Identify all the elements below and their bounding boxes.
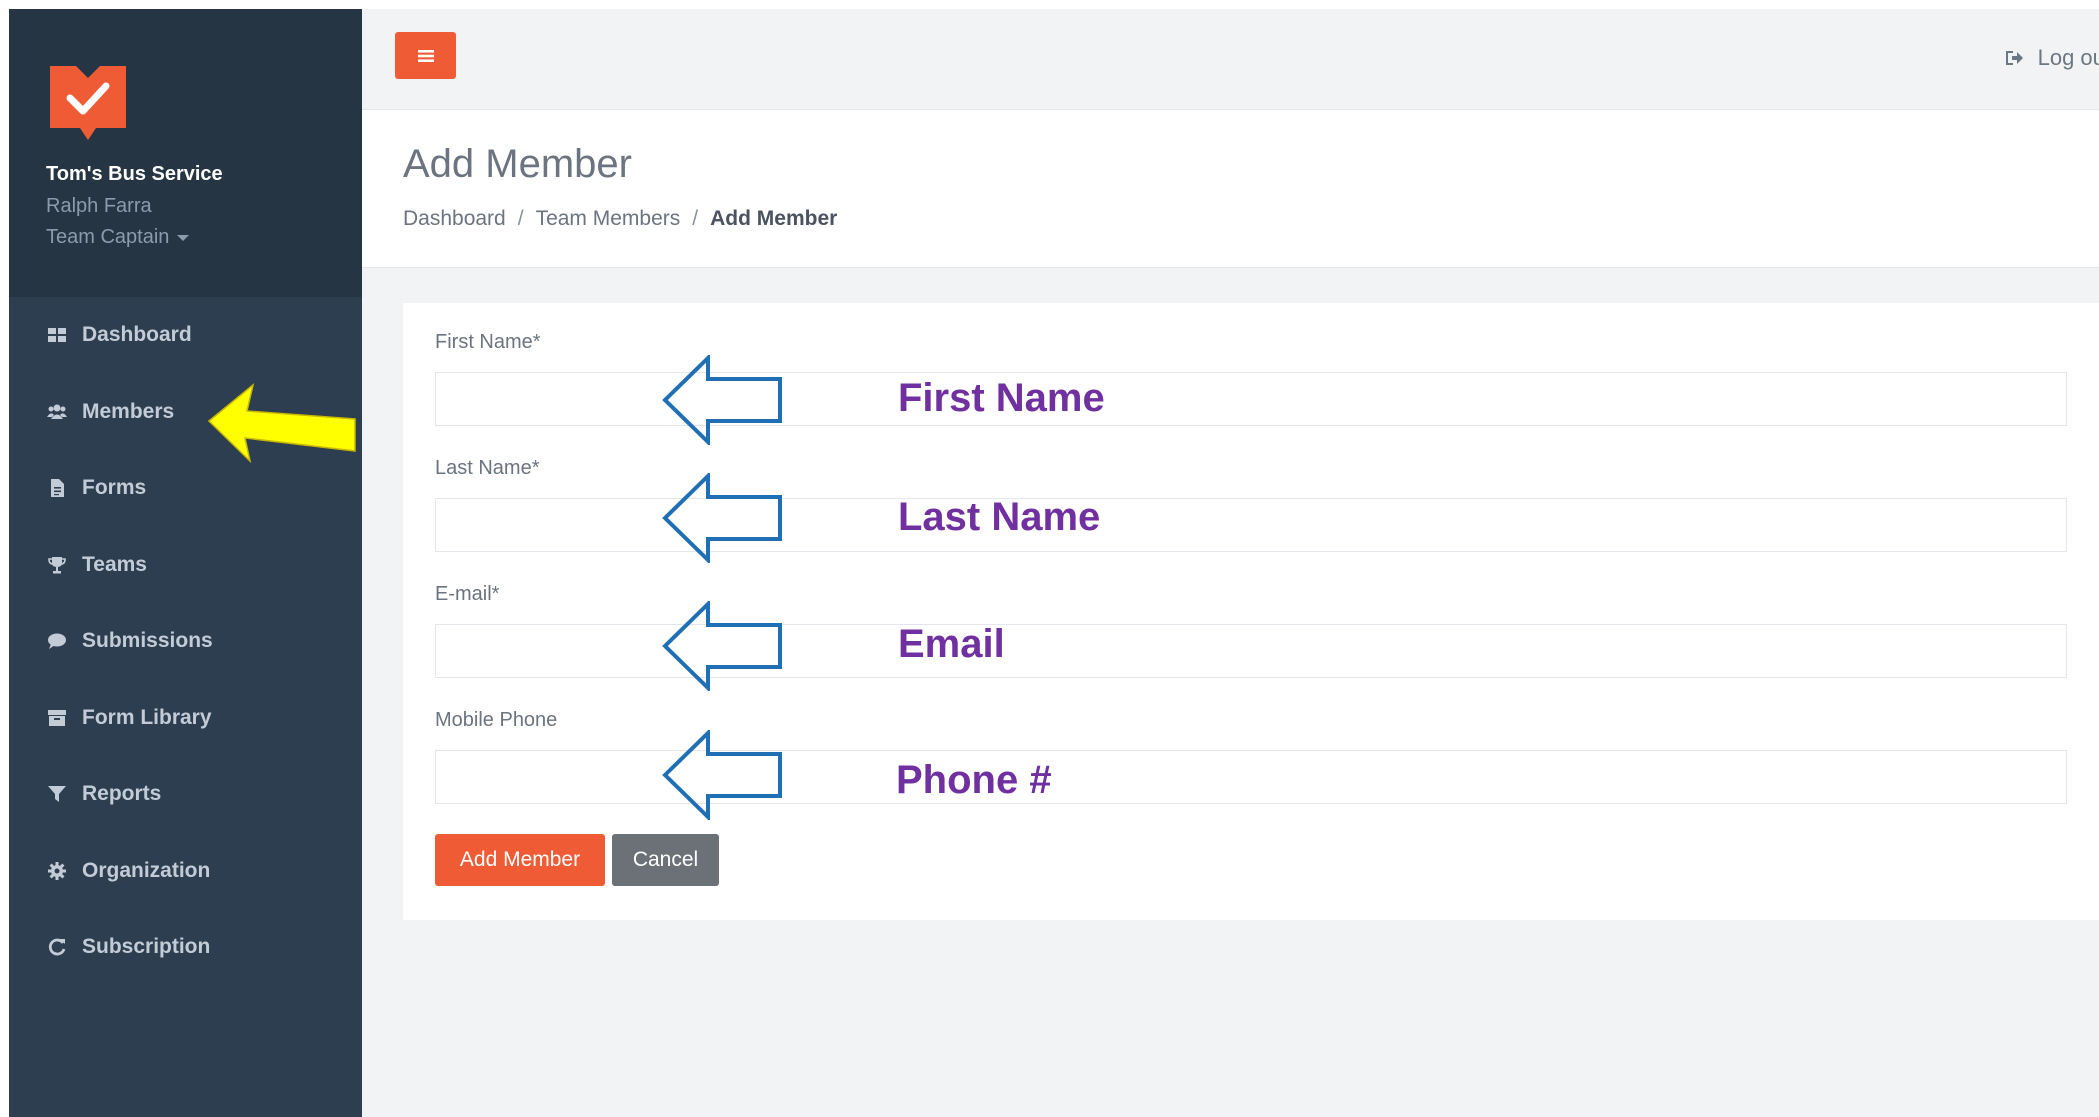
sidebar-item-label: Submissions [82,629,213,653]
logout-label: Log out [2037,45,2099,70]
sidebar: Tom's Bus Service Ralph Farra Team Capta… [9,9,362,1117]
sidebar-item-subscription[interactable]: Subscription [9,909,362,986]
annotation-arrow-last-name [662,473,782,563]
breadcrumb-separator: / [517,207,524,230]
users-icon [46,401,68,423]
sidebar-item-submissions[interactable]: Submissions [9,603,362,680]
add-member-form: First Name* Last Name* E-mail* Mobile Ph… [403,303,2099,920]
sidebar-item-label: Form Library [82,705,212,729]
top-bar: Log out [362,9,2099,110]
sidebar-item-label: Members [82,399,175,423]
app-logo [50,66,126,140]
breadcrumb-dashboard[interactable]: Dashboard [403,207,506,230]
sidebar-item-label: Forms [82,476,147,500]
profile-panel: Tom's Bus Service Ralph Farra Team Capta… [9,9,362,297]
org-name: Tom's Bus Service [46,163,223,185]
file-icon [46,477,68,499]
sidebar-item-label: Dashboard [82,323,192,347]
annotation-arrow-email [662,601,782,691]
hamburger-icon [417,49,434,62]
caret-down-icon [177,234,190,241]
menu-toggle-button[interactable] [395,32,456,79]
breadcrumb-separator: / [692,207,699,230]
page-header: Add Member Dashboard / Team Members / Add Me… [362,110,2099,268]
breadcrumb-team-members[interactable]: Team Members [536,207,681,230]
comment-icon [46,630,68,652]
sidebar-item-organization[interactable]: Organization [9,833,362,910]
add-member-button[interactable]: Add Member [435,834,605,886]
mobile-phone-label: Mobile Phone [435,709,558,731]
archive-icon [46,707,68,729]
user-role-label: Team Captain [46,226,170,248]
filter-icon [46,783,68,805]
annotation-last-name: Last Name [898,495,1101,539]
last-name-label: Last Name* [435,457,540,479]
refresh-icon [46,936,68,958]
gear-icon [46,860,68,882]
page-title: Add Member [403,142,632,186]
cancel-button[interactable]: Cancel [612,834,719,886]
sidebar-item-dashboard[interactable]: Dashboard [9,297,362,374]
highlight-arrow [207,383,356,463]
logout-link[interactable]: Log out [2004,45,2099,71]
sidebar-item-label: Reports [82,782,162,806]
sidebar-item-label: Teams [82,552,147,576]
user-name: Ralph Farra [46,195,152,217]
annotation-phone: Phone # [896,758,1052,802]
user-role-dropdown[interactable]: Team Captain [46,226,190,249]
annotation-arrow-phone [662,730,782,820]
sign-out-icon [2005,51,2023,65]
grid-icon [46,324,68,346]
breadcrumb: Dashboard / Team Members / Add Member [403,207,837,231]
annotation-first-name: First Name [898,376,1105,420]
annotation-email: Email [898,622,1005,666]
sidebar-item-reports[interactable]: Reports [9,756,362,833]
sidebar-item-label: Subscription [82,935,211,959]
first-name-label: First Name* [435,331,541,353]
email-label: E-mail* [435,583,500,605]
sidebar-item-teams[interactable]: Teams [9,527,362,604]
sidebar-item-form-library[interactable]: Form Library [9,680,362,757]
trophy-icon [46,554,68,576]
annotation-arrow-first-name [662,355,782,445]
breadcrumb-current: Add Member [710,207,838,230]
sidebar-item-label: Organization [82,858,211,882]
